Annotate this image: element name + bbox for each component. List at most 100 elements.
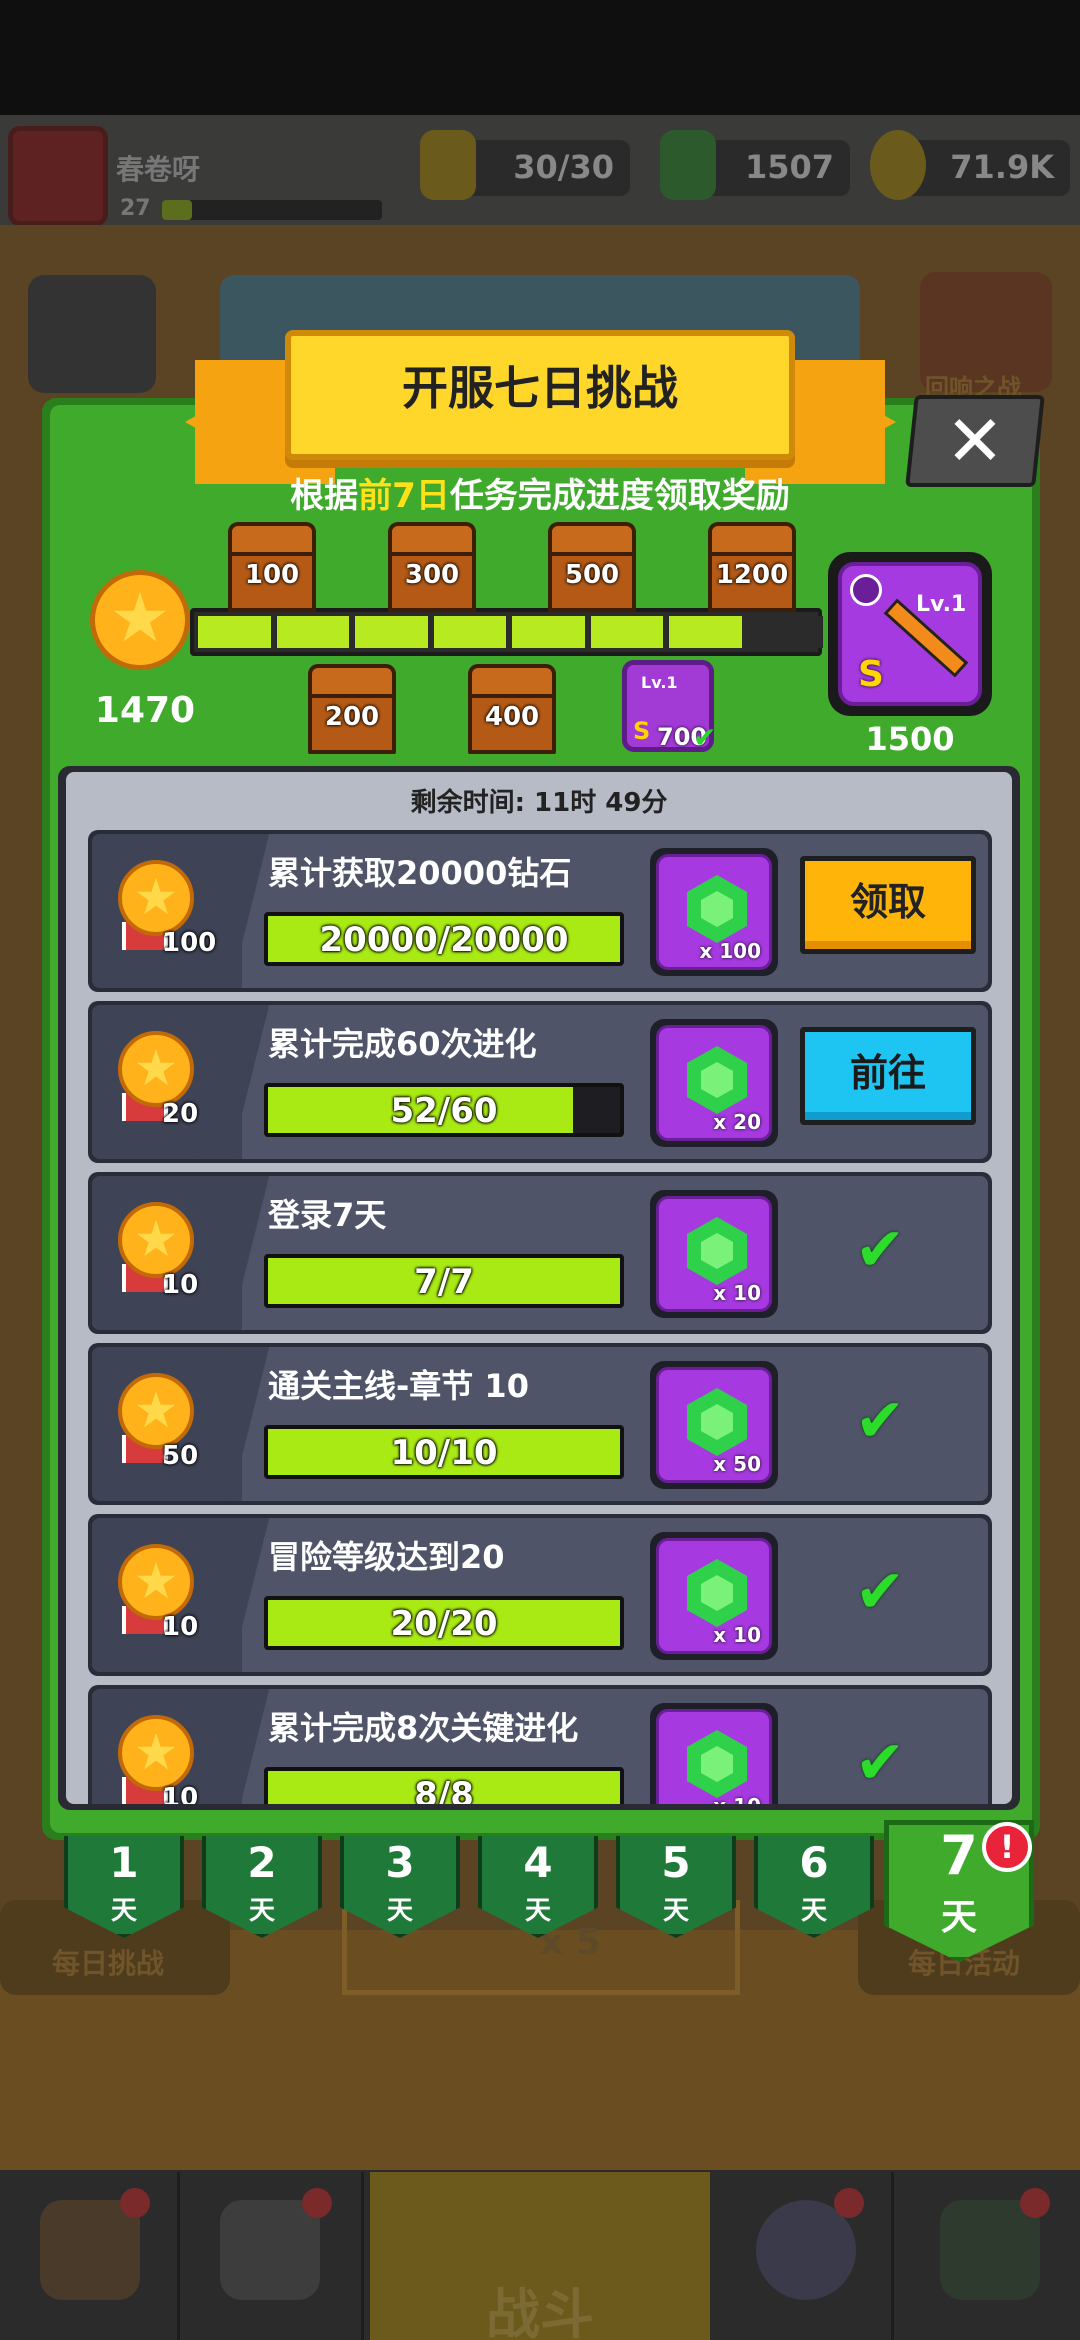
progress-segment [276, 616, 352, 648]
gem-reward[interactable]: x 50 [650, 1361, 778, 1489]
task-progress-bar: 7/7 [264, 1254, 624, 1308]
remaining-time: 剩余时间: 11时 49分 [410, 788, 668, 818]
gem-reward[interactable]: x 100 [650, 848, 778, 976]
milestone-chest[interactable]: 200 [308, 664, 396, 754]
task-points: 100 [162, 928, 217, 958]
armor-icon [220, 2200, 320, 2300]
progress-segment [669, 616, 745, 648]
task-list[interactable]: 剩余时间: 11时 49分 ★ 100 累计获取20000钻石 20000/20000… [66, 772, 1012, 1804]
task-name: 登录7天 [268, 1196, 387, 1234]
day-tab-label: 天 [940, 1897, 977, 1938]
task-progress-bar: 20/20 [264, 1596, 624, 1650]
task-name: 通关主线-章节 10 [268, 1367, 529, 1405]
progress-segment [512, 616, 588, 648]
task-progress-text: 20/20 [390, 1604, 498, 1644]
task-progress-text: 52/60 [390, 1091, 498, 1131]
day-tab-number: 2 [247, 1838, 277, 1887]
claim-button[interactable]: 领取 [800, 856, 976, 954]
day-tab-label: 天 [110, 1896, 137, 1926]
task-name: 累计完成8次关键进化 [268, 1709, 579, 1747]
final-reward-sword[interactable]: Lv.1 S [828, 552, 992, 716]
day-tab-label: 天 [800, 1896, 827, 1926]
alert-icon: ! [982, 1822, 1032, 1872]
evolution-alert-dot [1020, 2188, 1050, 2218]
energy-icon [420, 130, 476, 200]
completed-check-icon: ✔ [854, 1728, 906, 1798]
gem-counter[interactable]: 1507 [660, 130, 850, 200]
reward-quantity: x 10 [713, 1794, 761, 1804]
points-star-icon: ★ [118, 1031, 194, 1107]
xp-bar [162, 200, 382, 220]
progress-segment [433, 616, 509, 648]
battle-label: 战斗 [486, 2283, 594, 2340]
day-tab-number: 3 [385, 1838, 415, 1887]
milestone-chest[interactable]: 1200 [708, 522, 796, 612]
points-star-icon: ★ [118, 1715, 194, 1791]
day-tab-number: 5 [661, 1838, 691, 1887]
completed-check-icon: ✔ [854, 1215, 906, 1285]
task-points: 10 [162, 1783, 199, 1804]
go-button[interactable]: 前往 [800, 1027, 976, 1125]
reward-quantity: x 10 [713, 1281, 761, 1305]
task-progress-bar: 10/10 [264, 1425, 624, 1479]
reward-quantity: x 10 [713, 1623, 761, 1647]
milestone-reward-weapon[interactable]: Lv.1 S 700 ✔ [622, 660, 717, 754]
points-star-icon: ★ [118, 1544, 194, 1620]
points-star-icon: ★ [118, 1373, 194, 1449]
milestone-chest[interactable]: 100 [228, 522, 316, 612]
milestone-chest[interactable]: 500 [548, 522, 636, 612]
progress-segment [747, 616, 823, 648]
progress-segment [198, 616, 274, 648]
day-tab-number: 1 [109, 1838, 139, 1887]
player-level: 27 [120, 196, 151, 221]
gold-coin-icon [870, 130, 926, 200]
completed-check-icon: ✔ [854, 1386, 906, 1456]
player-name: 春卷呀 [116, 153, 201, 186]
milestone-chest[interactable]: 300 [388, 522, 476, 612]
task-row: ★ 100 累计获取20000钻石 20000/20000 x 100 领取 [88, 830, 992, 992]
task-row: ★ 50 通关主线-章节 10 10/10 x 50 ✔ [88, 1343, 992, 1505]
points-star-icon: ★ [90, 570, 190, 670]
task-progress-bar: 20000/20000 [264, 912, 624, 966]
gold-counter[interactable]: 71.9K [870, 130, 1070, 200]
task-progress-text: 10/10 [390, 1433, 498, 1473]
player-avatar[interactable] [8, 126, 108, 226]
menu-icon[interactable] [28, 275, 156, 393]
current-points: 1470 [94, 690, 196, 731]
claimed-check-icon: ✔ [693, 721, 717, 754]
shop-alert-dot [120, 2188, 150, 2218]
task-progress-text: 8/8 [414, 1775, 474, 1804]
energy-counter[interactable]: 30/30 [420, 130, 630, 200]
task-name: 累计完成60次进化 [268, 1025, 537, 1063]
gem-icon [687, 875, 747, 943]
talent-alert-dot [834, 2188, 864, 2218]
gem-icon [687, 1046, 747, 1114]
gem-icon [687, 1559, 747, 1627]
gem-reward[interactable]: x 10 [650, 1532, 778, 1660]
milestone-progress-bar [190, 608, 823, 656]
day-tab-label: 天 [524, 1896, 551, 1926]
milestone-chest[interactable]: 400 [468, 664, 556, 754]
gem-reward[interactable]: x 10 [650, 1190, 778, 1318]
gem-icon [660, 130, 716, 200]
day-tab-number: 4 [523, 1838, 553, 1887]
task-row: ★ 10 登录7天 7/7 x 10 ✔ [88, 1172, 992, 1334]
final-reward-points: 1500 [865, 720, 955, 758]
task-progress-bar: 52/60 [264, 1083, 624, 1137]
day-tab-number: 6 [799, 1838, 829, 1887]
gem-reward[interactable]: x 10 [650, 1703, 778, 1804]
reward-quantity: x 50 [713, 1452, 761, 1476]
task-row: ★10 累计完成8次关键进化 8/8 x 10 ✔ [88, 1685, 992, 1804]
weapon-type-icon [850, 574, 882, 606]
progress-segment [590, 616, 666, 648]
reward-quantity: x 20 [713, 1110, 761, 1134]
task-progress-text: 7/7 [414, 1262, 474, 1302]
points-star-icon: ★ [118, 1202, 194, 1278]
task-name: 累计获取20000钻石 [268, 854, 572, 892]
day-tab-label: 天 [662, 1896, 689, 1926]
daily-challenge-label[interactable]: 每日挑战 [52, 1942, 164, 1982]
task-points: 10 [162, 1612, 199, 1642]
modal-subtitle: 根据前7日任务完成进度领取奖励 [290, 476, 790, 516]
gem-icon [687, 1730, 747, 1798]
gem-reward[interactable]: x 20 [650, 1019, 778, 1147]
